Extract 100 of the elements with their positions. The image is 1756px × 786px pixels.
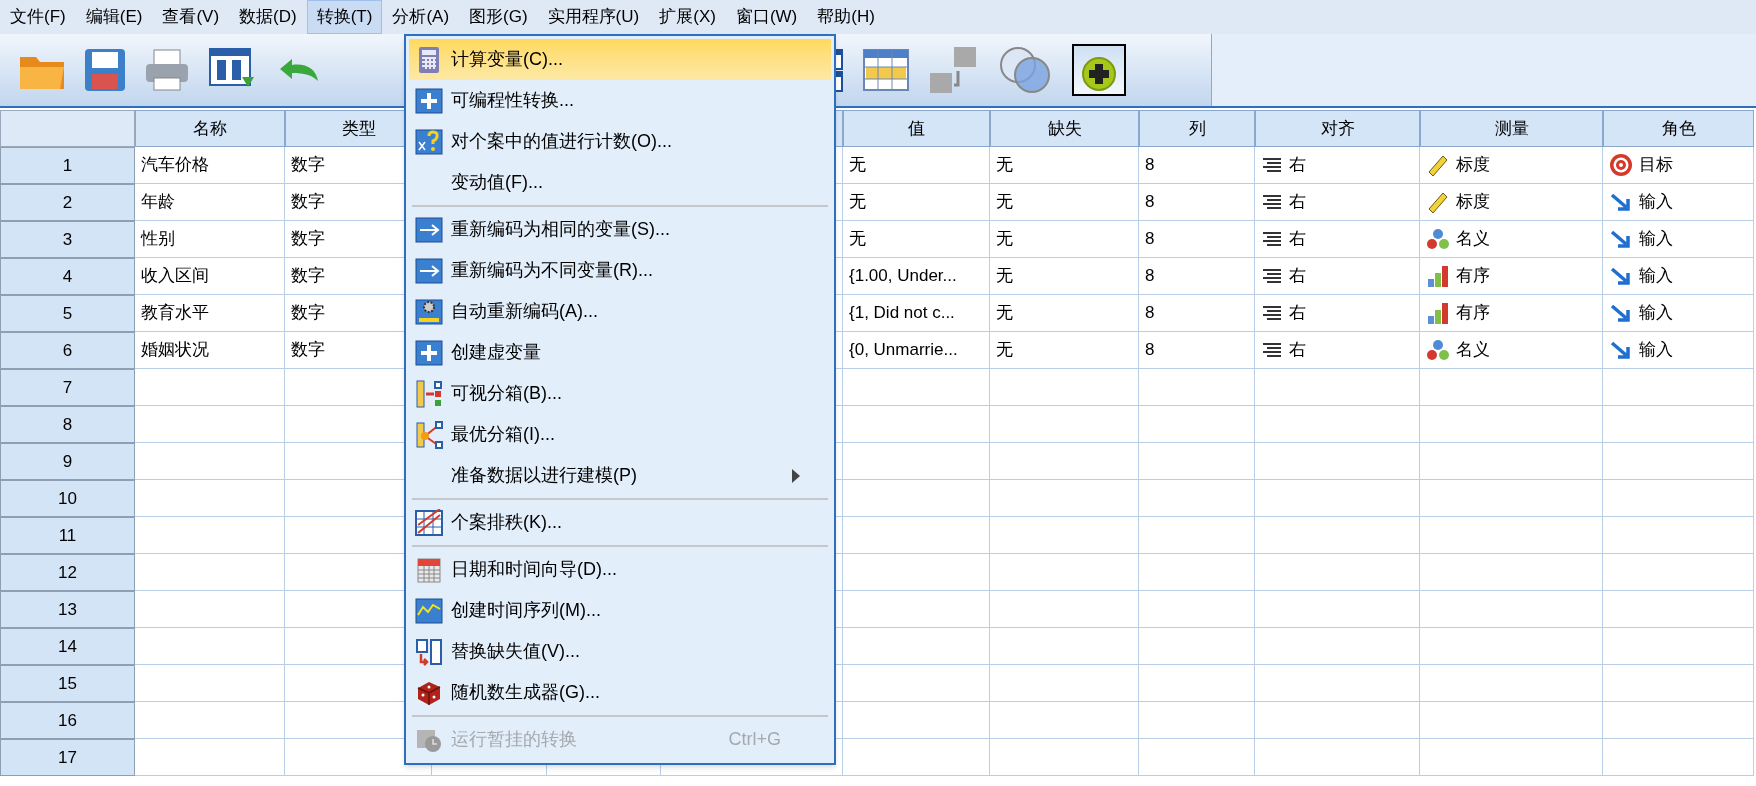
- row-header[interactable]: 10: [0, 480, 135, 517]
- menu-item[interactable]: 替换缺失值(V)...: [409, 631, 831, 672]
- menu-item[interactable]: 计算变量(C)...: [409, 39, 831, 80]
- row-header[interactable]: 15: [0, 665, 135, 702]
- binning-icon: [415, 379, 443, 408]
- row-header[interactable]: 1: [0, 147, 135, 184]
- row-header[interactable]: 14: [0, 628, 135, 665]
- menu-item[interactable]: 最优分箱(I)...: [409, 414, 831, 455]
- align-right-icon: [1261, 304, 1283, 322]
- recode-icon: [415, 215, 443, 244]
- menu-item[interactable]: 数据(D): [229, 0, 307, 34]
- menu-item[interactable]: 日期和时间向导(D)...: [409, 549, 831, 590]
- table-cell: 无: [990, 295, 1139, 332]
- row-header[interactable]: 2: [0, 184, 135, 221]
- column-header[interactable]: 测量: [1420, 110, 1603, 147]
- table-cell-text: 标度: [1456, 154, 1490, 177]
- row-header[interactable]: 5: [0, 295, 135, 332]
- table-cell: 无: [843, 184, 990, 221]
- menu-item[interactable]: 分析(A): [382, 0, 460, 34]
- binning-icon: [415, 420, 443, 449]
- plus-icon: [415, 86, 443, 115]
- column-header[interactable]: 列: [1139, 110, 1255, 147]
- menu-item[interactable]: 帮助(H): [807, 0, 885, 34]
- table-cell-text: 名义: [1456, 339, 1490, 362]
- recode-icon: [415, 256, 443, 285]
- data-table-icon[interactable]: [862, 47, 910, 93]
- table-cell-text: 标度: [1456, 191, 1490, 214]
- row-header[interactable]: 4: [0, 258, 135, 295]
- table-cell: 8: [1139, 184, 1255, 221]
- table-cell: 无: [990, 332, 1139, 369]
- column-header[interactable]: 缺失: [990, 110, 1139, 147]
- table-cell-text: 名义: [1456, 228, 1490, 251]
- menu-item[interactable]: 创建时间序列(M)...: [409, 590, 831, 631]
- column-header[interactable]: 对齐: [1255, 110, 1420, 147]
- ruler-icon: [1426, 190, 1450, 214]
- row-header[interactable]: 7: [0, 369, 135, 406]
- plus-icon: [415, 338, 443, 367]
- row-header[interactable]: 16: [0, 702, 135, 739]
- menu-item[interactable]: 扩展(X): [649, 0, 726, 34]
- table-cell: {0, Unmarrie...: [843, 332, 990, 369]
- print-icon[interactable]: [144, 48, 190, 92]
- custom-dialog-button[interactable]: [1072, 44, 1126, 96]
- column-header[interactable]: 角色: [1603, 110, 1754, 147]
- menu-item[interactable]: 文件(F): [0, 0, 76, 34]
- align-right-icon: [1261, 341, 1283, 359]
- align-right-icon: [1261, 230, 1283, 248]
- table-cell: 8: [1139, 147, 1255, 184]
- table-cell-text: 目标: [1639, 154, 1673, 177]
- bar-chart-icon: [1426, 264, 1450, 288]
- table-cell: {1, Did not c...: [843, 295, 990, 332]
- table-cell: 无: [990, 184, 1139, 221]
- menu-item[interactable]: 随机数生成器(G)...: [409, 672, 831, 713]
- row-header[interactable]: 12: [0, 554, 135, 591]
- table-cell: 无: [990, 147, 1139, 184]
- column-header[interactable]: 名称: [135, 110, 285, 147]
- table-cell: {1.00, Under...: [843, 258, 990, 295]
- menu-item[interactable]: 查看(V): [152, 0, 230, 34]
- ruler-icon: [1426, 153, 1450, 177]
- table-cell: 婚姻状况: [135, 332, 285, 369]
- row-header[interactable]: 11: [0, 517, 135, 554]
- table-cell-text: 右: [1289, 154, 1306, 177]
- table-cell: 无: [843, 147, 990, 184]
- calendar-icon: [415, 555, 443, 584]
- table-cell-text: 右: [1289, 191, 1306, 214]
- table-cell-text: 输入: [1639, 265, 1673, 288]
- table-cell-text: 输入: [1639, 302, 1673, 325]
- table-cell: 8: [1139, 295, 1255, 332]
- menu-item[interactable]: 准备数据以进行建模(P): [409, 455, 831, 496]
- table-cell: 8: [1139, 332, 1255, 369]
- row-header[interactable]: 9: [0, 443, 135, 480]
- table-cell-text: 右: [1289, 302, 1306, 325]
- table-cell-text: 输入: [1639, 339, 1673, 362]
- menu-item[interactable]: 个案排秩(K)...: [409, 502, 831, 543]
- row-header[interactable]: 8: [0, 406, 135, 443]
- row-header[interactable]: 6: [0, 332, 135, 369]
- row-header[interactable]: 17: [0, 739, 135, 776]
- menu-item[interactable]: 实用程序(U): [537, 0, 650, 34]
- table-cell: 汽车价格: [135, 147, 285, 184]
- plus-icon: [1081, 56, 1117, 92]
- row-header[interactable]: 3: [0, 221, 135, 258]
- table-cell: 年龄: [135, 184, 285, 221]
- menu-item[interactable]: 可视分箱(B)...: [409, 373, 831, 414]
- table-cell: 8: [1139, 221, 1255, 258]
- target-icon: [1609, 153, 1633, 177]
- table-cell-text: 有序: [1456, 302, 1490, 325]
- menu-item[interactable]: 图形(G): [459, 0, 538, 34]
- menu-item[interactable]: 编辑(E): [75, 0, 153, 34]
- align-right-icon: [1261, 156, 1283, 174]
- table-cell: 无: [990, 221, 1139, 258]
- replace-icon: [415, 637, 443, 666]
- menu-item[interactable]: 转换(T): [306, 0, 383, 34]
- save-icon[interactable]: [84, 48, 126, 92]
- table-cell: 无: [990, 258, 1139, 295]
- align-right-icon: [1261, 267, 1283, 285]
- column-header[interactable]: 值: [843, 110, 990, 147]
- menu-item[interactable]: 窗口(W): [725, 0, 808, 34]
- table-cell-text: 输入: [1639, 228, 1673, 251]
- row-header[interactable]: 13: [0, 591, 135, 628]
- table-cell: 收入区间: [135, 258, 285, 295]
- table-cell: 8: [1139, 258, 1255, 295]
